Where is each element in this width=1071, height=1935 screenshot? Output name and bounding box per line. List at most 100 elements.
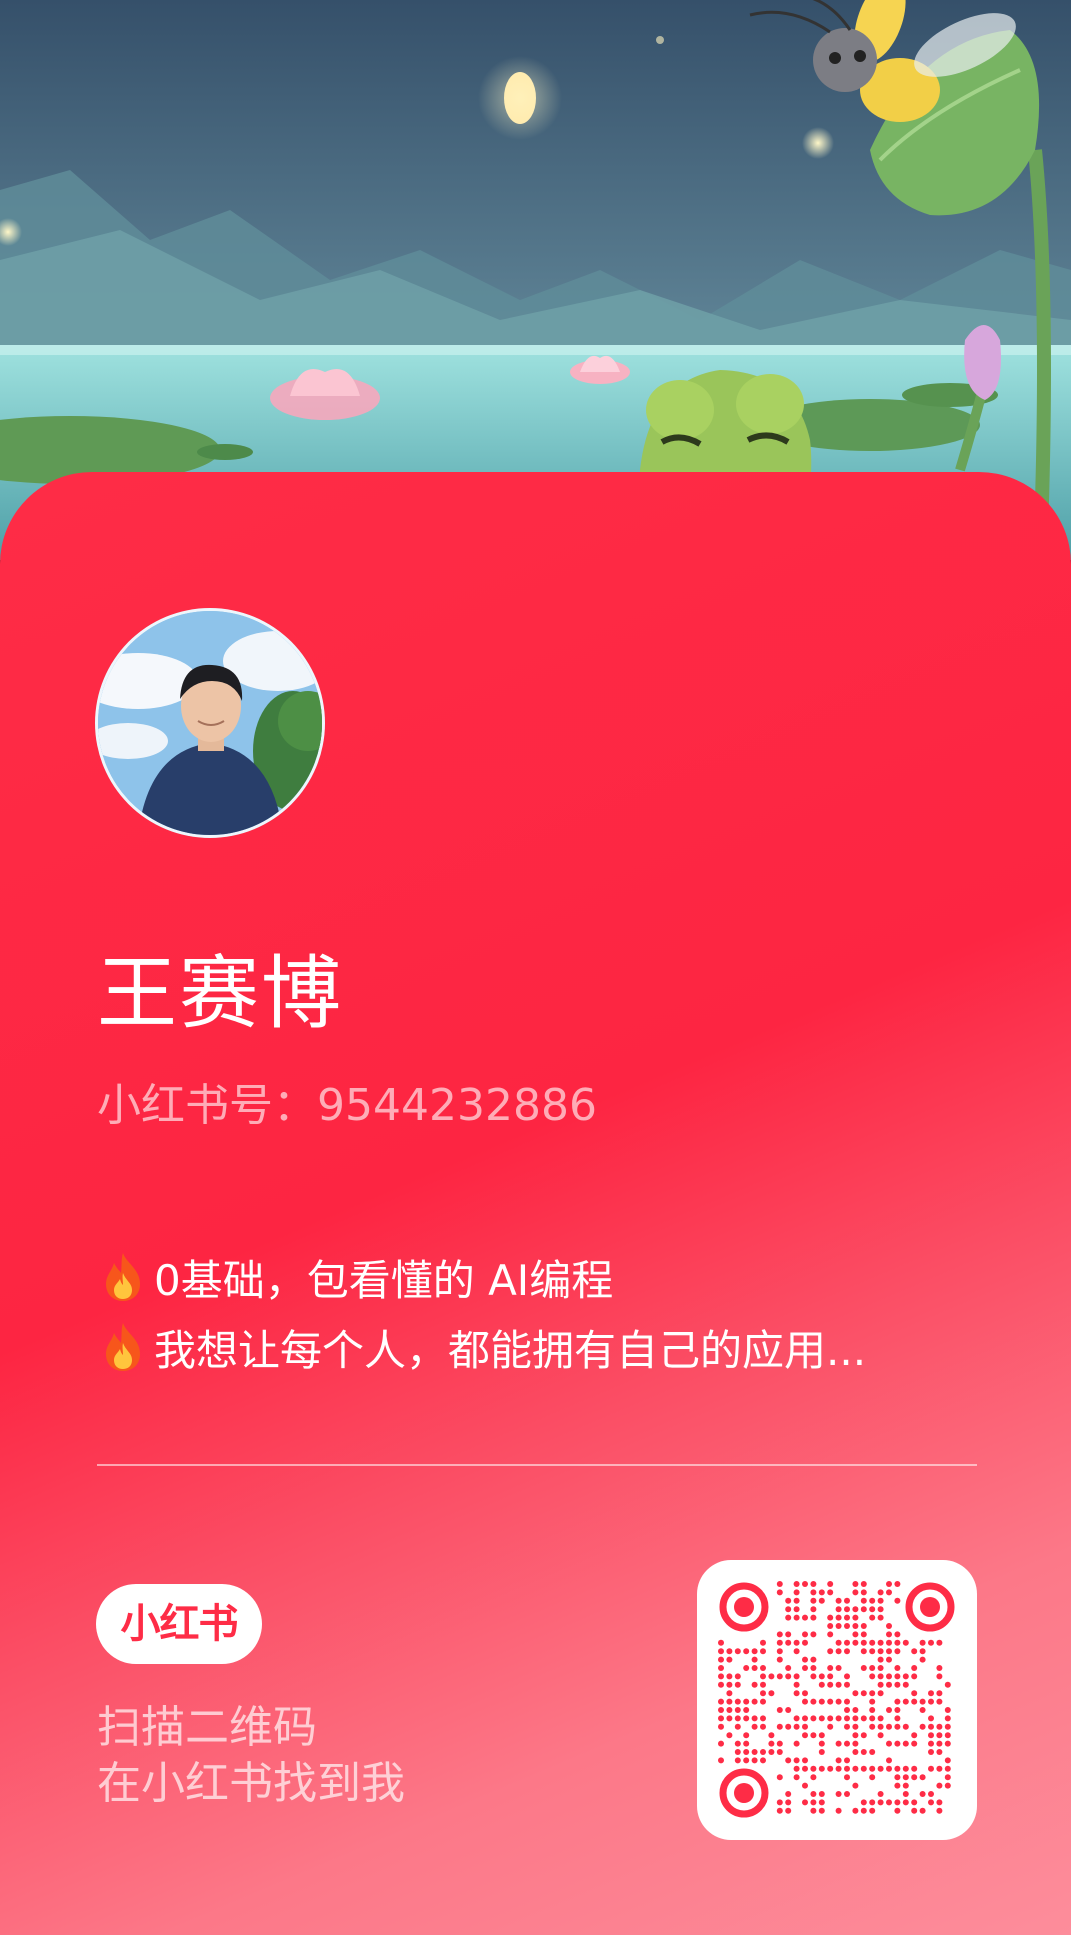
qr-dot [793,1774,800,1781]
qr-dot [919,1807,926,1814]
qr-dot [718,1698,724,1705]
qr-dot [877,1648,884,1655]
qr-dot [810,1807,817,1814]
avatar-portrait-image [98,611,322,835]
qr-dot [894,1782,901,1789]
qr-dot [776,1631,783,1638]
qr-dot [877,1589,884,1596]
qr-dot [869,1665,876,1671]
qr-dot [785,1631,792,1638]
qr-dot [902,1639,909,1646]
qr-dot [911,1698,918,1705]
scan-line-2: 在小红书找到我 [97,1758,405,1809]
qr-dot [743,1707,750,1713]
qr-dot [852,1639,859,1646]
qr-dot [827,1665,834,1671]
qr-dot [810,1665,817,1671]
qr-dot [768,1673,775,1680]
qr-dot [760,1698,766,1705]
qr-dot [894,1673,901,1680]
qr-dot [936,1665,943,1671]
qr-dot [944,1707,951,1713]
qr-dot [810,1589,817,1596]
qr-dot [726,1707,733,1713]
qr-dot [785,1606,792,1613]
qr-dot [894,1707,901,1713]
bio-text: 0基础，包看懂的 AI编程 [154,1255,614,1305]
qr-dot [818,1749,825,1755]
qr-dot [902,1799,909,1806]
qr-dot [810,1715,817,1722]
qr-dot [928,1765,934,1772]
qr-dot [726,1690,733,1697]
qr-dot [760,1639,766,1646]
qr-dot [793,1648,800,1655]
qr-dot [718,1648,724,1655]
qr-dot [734,1757,741,1764]
qr-dot [793,1597,800,1604]
qr-dot [886,1656,892,1663]
qr-dot [894,1740,901,1747]
qr-dot [785,1799,792,1806]
qr-dot [827,1648,834,1655]
qr-dot [718,1707,724,1713]
qr-dot [936,1807,943,1814]
qr-dot [852,1782,859,1789]
qr-dot [818,1740,825,1747]
qr-dot [844,1648,850,1655]
qr-dot [785,1707,792,1713]
qr-dot [894,1681,901,1688]
qr-dot [894,1807,901,1814]
qr-dot [802,1581,808,1587]
qr-dot [869,1648,876,1655]
qr-dot [928,1723,934,1730]
qr-dot [886,1740,892,1747]
qr-dot [852,1715,859,1722]
qr-dot [793,1681,800,1688]
qr-dot [802,1782,808,1789]
qr-dot [802,1723,808,1730]
qr-dot [886,1681,892,1688]
qr-dot [869,1698,876,1705]
qr-dot [776,1799,783,1806]
qr-dot [835,1791,842,1797]
qr-dot [852,1732,859,1739]
qr-dot [818,1799,825,1806]
qr-dot [928,1791,934,1797]
qr-dot [726,1698,733,1705]
qr-dot [810,1581,817,1587]
qr-dot [944,1782,951,1789]
qr-dot [785,1665,792,1671]
qr-dot [869,1807,876,1814]
qr-dot [835,1681,842,1688]
qr-dot [844,1740,850,1747]
qr-dot [852,1707,859,1713]
qr-dot [860,1648,867,1655]
qr-dot [760,1690,766,1697]
qr-dot [802,1614,808,1621]
qr-dot [860,1665,867,1671]
qr-dot [928,1749,934,1755]
qr-dot [802,1715,808,1722]
qr-dot [869,1606,876,1613]
qr-dot [726,1656,733,1663]
qr-code[interactable] [697,1560,977,1840]
qr-dot [852,1723,859,1730]
qr-dot [768,1749,775,1755]
bio-line: 我想让每个人，都能拥有自己的应用... [100,1312,1000,1382]
qr-dot [726,1648,733,1655]
qr-dot [810,1765,817,1772]
avatar[interactable] [95,608,325,838]
qr-dot [844,1765,850,1772]
qr-dot [877,1656,884,1663]
qr-dot [785,1807,792,1814]
qr-dot [894,1723,901,1730]
qr-dot [894,1597,901,1604]
qr-dot [936,1690,943,1697]
qr-dot [734,1715,741,1722]
qr-dot [835,1715,842,1722]
qr-dot [810,1606,817,1613]
qr-dot [877,1715,884,1722]
qr-dot [718,1681,724,1688]
bio: 0基础，包看懂的 AI编程 我想让每个人，都能拥有自己的应用... [100,1242,1000,1382]
